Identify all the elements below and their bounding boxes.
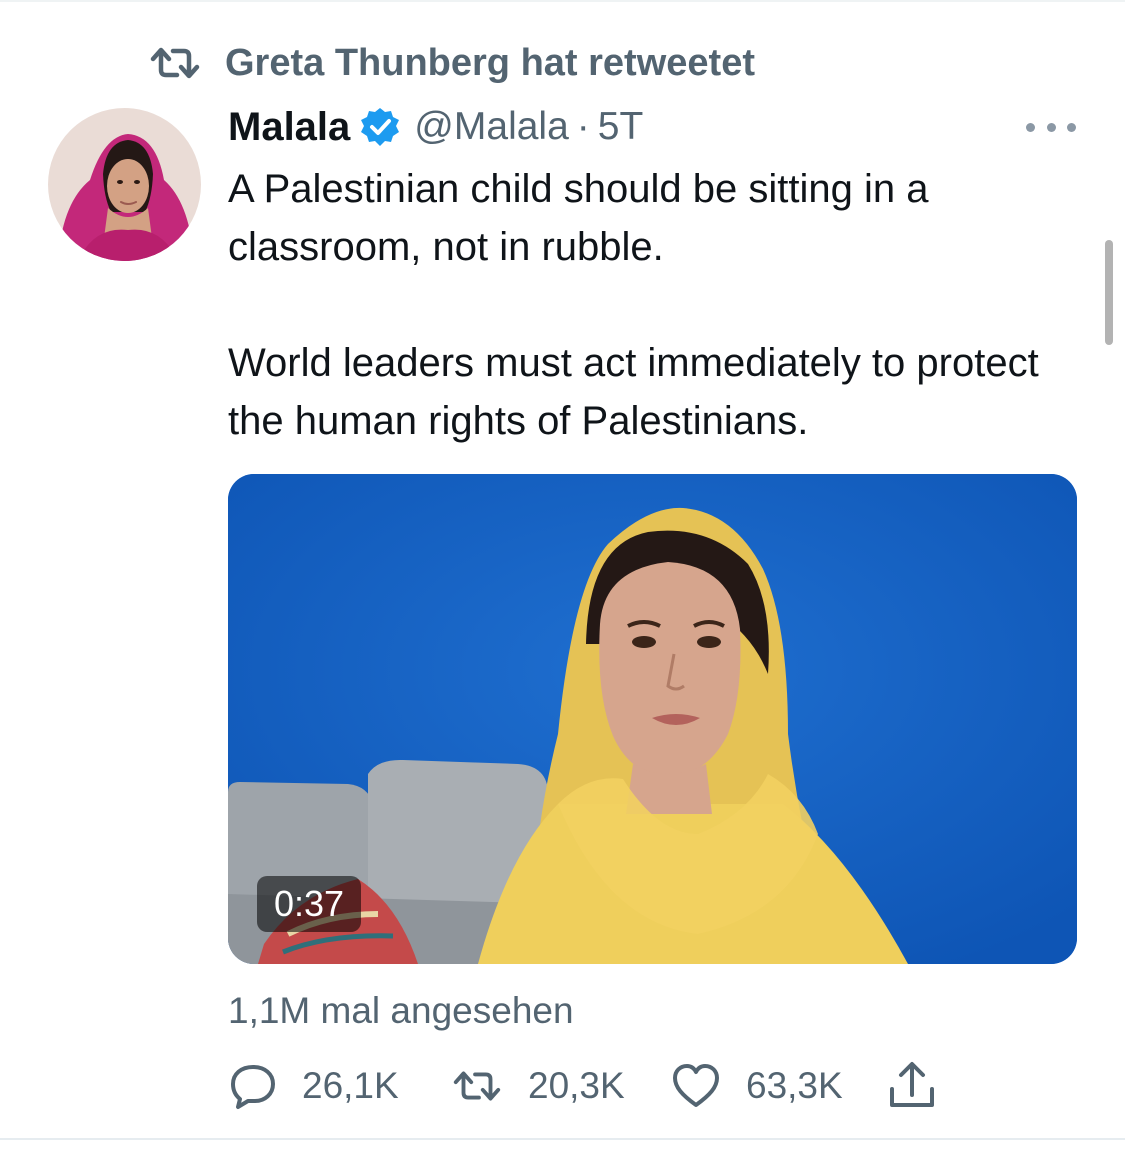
share-icon bbox=[886, 1059, 938, 1113]
heart-icon bbox=[670, 1061, 722, 1111]
video-duration-badge: 0:37 bbox=[257, 876, 361, 932]
tweet-paragraph-1: A Palestinian child should be sitting in… bbox=[228, 167, 929, 269]
retweet-count: 20,3K bbox=[528, 1065, 625, 1106]
scrollbar[interactable] bbox=[1105, 240, 1113, 345]
separator-dot: · bbox=[576, 105, 590, 148]
tweet-text: A Palestinian child should be sitting in… bbox=[228, 160, 1088, 450]
retweet-context[interactable]: Greta Thunberg hat retweetet bbox=[147, 40, 755, 86]
retweet-button[interactable]: 20,3K bbox=[450, 1058, 625, 1114]
reply-button[interactable]: 26,1K bbox=[228, 1058, 399, 1114]
tweet-author-row: Malala @Malala · 5T bbox=[228, 100, 643, 154]
tweet-paragraph-2: World leaders must act immediately to pr… bbox=[228, 341, 1039, 443]
reply-icon bbox=[228, 1061, 278, 1111]
author-handle[interactable]: @Malala bbox=[414, 105, 568, 149]
retweet-icon bbox=[450, 1064, 504, 1108]
retweet-icon bbox=[147, 43, 203, 83]
share-button[interactable] bbox=[886, 1058, 938, 1114]
like-count: 63,3K bbox=[746, 1065, 843, 1106]
retweet-label: Greta Thunberg hat retweetet bbox=[225, 41, 755, 84]
more-options-icon[interactable] bbox=[1026, 116, 1076, 138]
avatar[interactable] bbox=[48, 108, 201, 261]
like-button[interactable]: 63,3K bbox=[670, 1058, 843, 1114]
view-count: 1,1M mal angesehen bbox=[228, 990, 574, 1031]
reply-count: 26,1K bbox=[302, 1065, 399, 1106]
verified-badge-icon bbox=[360, 107, 400, 147]
author-name[interactable]: Malala bbox=[228, 105, 350, 150]
tweet-timestamp[interactable]: 5T bbox=[598, 105, 644, 149]
bottom-divider bbox=[0, 1138, 1125, 1140]
top-divider bbox=[0, 0, 1125, 2]
